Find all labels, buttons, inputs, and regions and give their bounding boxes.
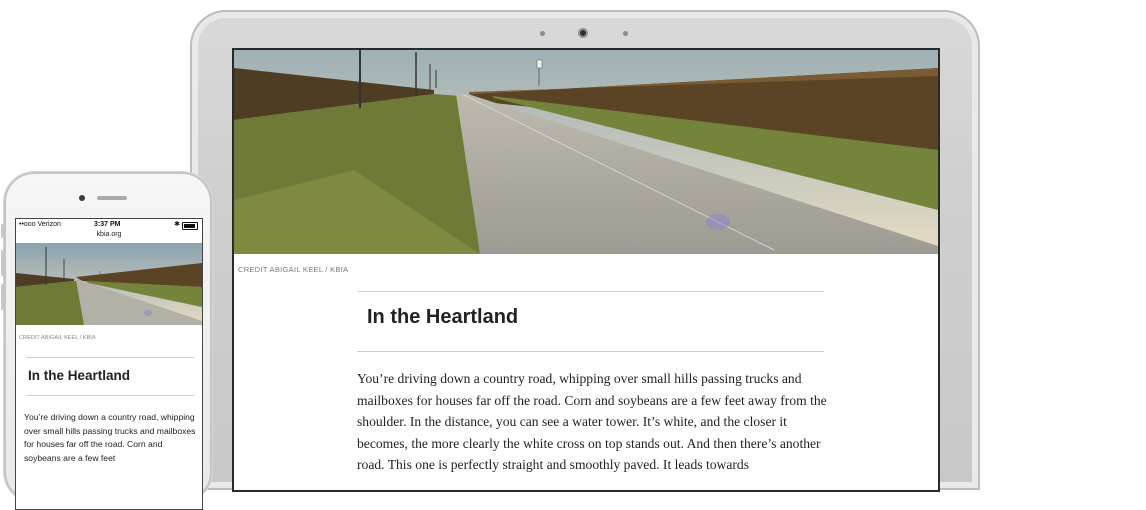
hero-image [234, 50, 938, 254]
bluetooth-icon: ✱ [174, 221, 180, 228]
laptop-screen: CREDIT ABIGAIL KEEL / KBIA In the Heartl… [232, 48, 940, 492]
divider [357, 291, 824, 292]
phone-camera-icon [79, 195, 85, 201]
status-bar: ••ooo Verizon 3:37 PM ✱ [16, 219, 202, 231]
article-body: You’re driving down a country road, whip… [24, 412, 196, 463]
address-bar[interactable]: kbia.org [16, 231, 202, 238]
clock: 3:37 PM [94, 221, 121, 228]
laptop-frame: CREDIT ABIGAIL KEEL / KBIA In the Heartl… [190, 10, 980, 492]
photo-credit: CREDIT ABIGAIL KEEL / KBIA [238, 265, 349, 274]
divider [26, 357, 194, 358]
country-road-photo [234, 50, 938, 254]
volume-down-button [1, 284, 4, 310]
carrier-label: ••ooo Verizon [19, 221, 61, 228]
phone-speaker [97, 196, 127, 200]
laptop-sensor-dot [540, 31, 545, 36]
article-body: You’re driving down a country road, whip… [357, 371, 827, 473]
photo-credit: CREDIT ABIGAIL KEEL / KBIA [19, 335, 96, 341]
divider [26, 395, 194, 396]
mute-switch [1, 224, 4, 238]
article-title: In the Heartland [367, 306, 519, 328]
laptop-sensor-dot [623, 31, 628, 36]
article-title: In the Heartland [28, 368, 131, 383]
phone-frame: ••ooo Verizon 3:37 PM ✱ kbia.org CREDIT … [1, 172, 212, 510]
battery-icon [182, 222, 198, 230]
country-road-photo [16, 243, 202, 325]
divider [357, 351, 824, 352]
hero-image-mobile [16, 243, 202, 325]
laptop-camera-icon [578, 28, 588, 38]
phone-screen: ••ooo Verizon 3:37 PM ✱ kbia.org CREDIT … [15, 218, 203, 510]
volume-up-button [1, 250, 4, 276]
